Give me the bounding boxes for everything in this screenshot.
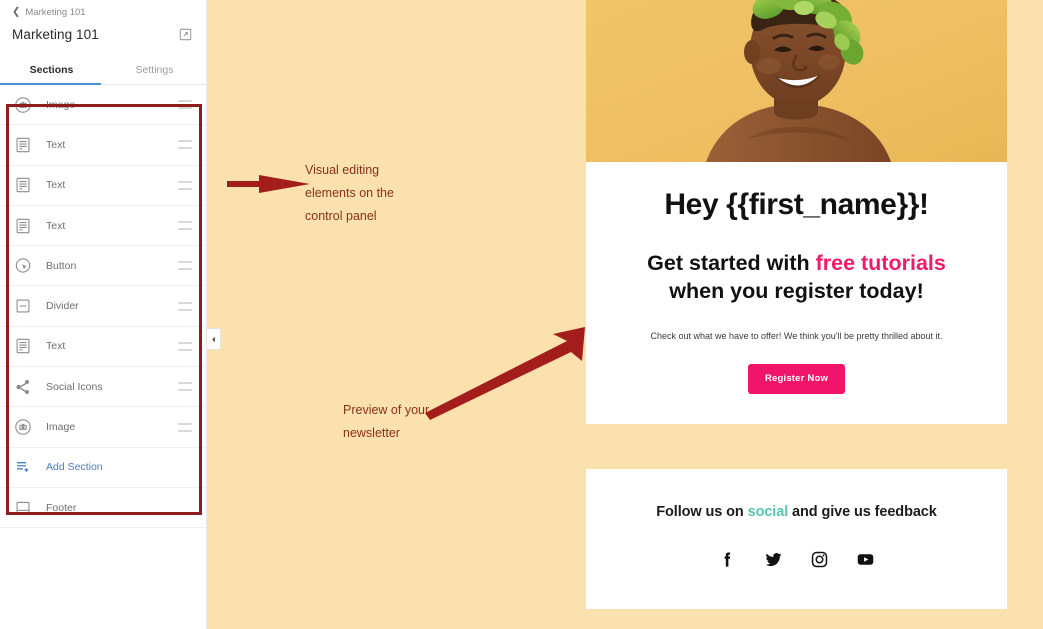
section-item-divider[interactable]: Divider — [0, 286, 206, 327]
drag-handle-icon[interactable] — [178, 140, 192, 150]
email-card-main: Hey {{first_name}}! Get started with fre… — [586, 0, 1007, 425]
text-icon — [13, 135, 33, 155]
section-item-label: Social Icons — [46, 380, 103, 393]
section-list: Image Text Text Text Button Divider Text… — [0, 85, 206, 529]
arrow-up-right-icon — [425, 327, 585, 420]
add-section-label: Add Section — [46, 461, 103, 474]
twitter-icon[interactable] — [764, 550, 783, 569]
section-item-label: Image — [46, 98, 76, 111]
drag-handle-icon[interactable] — [178, 301, 192, 311]
drag-handle-icon[interactable] — [178, 341, 192, 351]
email-body: Hey {{first_name}}! Get started with fre… — [586, 162, 1007, 424]
email-subhead-highlight: free tutorials — [815, 251, 946, 275]
section-item-label: Image — [46, 421, 76, 434]
register-now-button[interactable]: Register Now — [747, 364, 846, 395]
email-footer-highlight: social — [747, 504, 789, 521]
email-subhead[interactable]: Get started with free tutorials when you… — [608, 249, 985, 306]
email-card-footer: Follow us on social and give us feedback — [586, 469, 1007, 610]
drag-handle-icon[interactable] — [178, 422, 192, 432]
email-headline[interactable]: Hey {{first_name}}! — [608, 188, 985, 221]
section-item-label: Footer — [46, 501, 77, 514]
external-link-edit-icon[interactable] — [179, 28, 192, 41]
sidebar: ❮ Marketing 101 Marketing 101 Sections S… — [0, 0, 207, 629]
annotation-label-control-panel: Visual editing elements on the control p… — [305, 163, 394, 223]
section-item-button[interactable]: Button — [0, 246, 206, 287]
section-item-label: Text — [46, 179, 66, 192]
text-icon — [13, 175, 33, 195]
image-icon — [13, 95, 33, 115]
divider-icon — [13, 296, 33, 316]
email-footer-part2: and give us feedback — [788, 504, 937, 521]
button-icon — [13, 256, 33, 276]
section-item-text-3[interactable]: Text — [0, 205, 206, 247]
section-item-label: Divider — [46, 300, 79, 313]
email-body-copy[interactable]: Check out what we have to offer! We thin… — [608, 330, 985, 344]
facebook-icon[interactable] — [718, 550, 737, 569]
social-icons-icon — [13, 377, 33, 397]
instagram-icon[interactable] — [810, 550, 829, 569]
text-icon — [13, 216, 33, 236]
text-icon — [13, 336, 33, 356]
section-item-social-icons[interactable]: Social Icons — [0, 367, 206, 408]
breadcrumb[interactable]: ❮ Marketing 101 — [0, 0, 206, 19]
tab-sections[interactable]: Sections — [0, 57, 103, 84]
email-footer-part1: Follow us on — [656, 504, 748, 521]
section-item-label: Button — [46, 259, 77, 272]
email-preview: Hey {{first_name}}! Get started with fre… — [586, 0, 1007, 610]
app-root: Visual editing elements on the control p… — [0, 0, 1043, 629]
drag-handle-icon[interactable] — [178, 382, 192, 392]
sidebar-collapse-button[interactable] — [207, 328, 221, 350]
hero-image[interactable] — [586, 0, 1007, 162]
chevron-left-icon — [212, 336, 215, 342]
chevron-left-icon: ❮ — [12, 6, 21, 17]
section-item-text-2[interactable]: Text — [0, 165, 206, 206]
section-item-image-1[interactable]: Image — [0, 85, 206, 126]
footer-icon — [13, 498, 33, 518]
email-subhead-part2: when you register today! — [669, 279, 924, 304]
email-subhead-part1: Get started with — [647, 251, 816, 275]
section-item-label: Text — [46, 219, 66, 232]
add-section-button[interactable]: Add Section — [0, 447, 206, 488]
page-title: Marketing 101 — [12, 27, 99, 42]
section-item-footer[interactable]: Footer — [0, 487, 206, 529]
drag-handle-icon[interactable] — [178, 221, 192, 231]
section-item-label: Text — [46, 138, 66, 151]
section-item-image-2[interactable]: Image — [0, 407, 206, 448]
add-section-icon — [13, 457, 33, 477]
drag-handle-icon[interactable] — [178, 100, 192, 110]
hero-photo-illustration — [586, 0, 1007, 162]
email-footer-text[interactable]: Follow us on social and give us feedback — [606, 504, 987, 520]
card-spacer — [586, 424, 1007, 469]
image-icon — [13, 417, 33, 437]
sidebar-tabs: Sections Settings — [0, 57, 206, 85]
social-icons-row — [606, 550, 987, 569]
section-item-text-4[interactable]: Text — [0, 326, 206, 368]
section-item-text-1[interactable]: Text — [0, 125, 206, 166]
breadcrumb-label: Marketing 101 — [25, 7, 86, 18]
drag-handle-icon[interactable] — [178, 180, 192, 190]
arrow-left-icon — [227, 175, 310, 193]
sidebar-title-row: Marketing 101 — [0, 18, 206, 42]
drag-handle-icon[interactable] — [178, 261, 192, 271]
section-item-label: Text — [46, 340, 66, 353]
tab-settings[interactable]: Settings — [103, 57, 206, 84]
youtube-icon[interactable] — [856, 550, 875, 569]
